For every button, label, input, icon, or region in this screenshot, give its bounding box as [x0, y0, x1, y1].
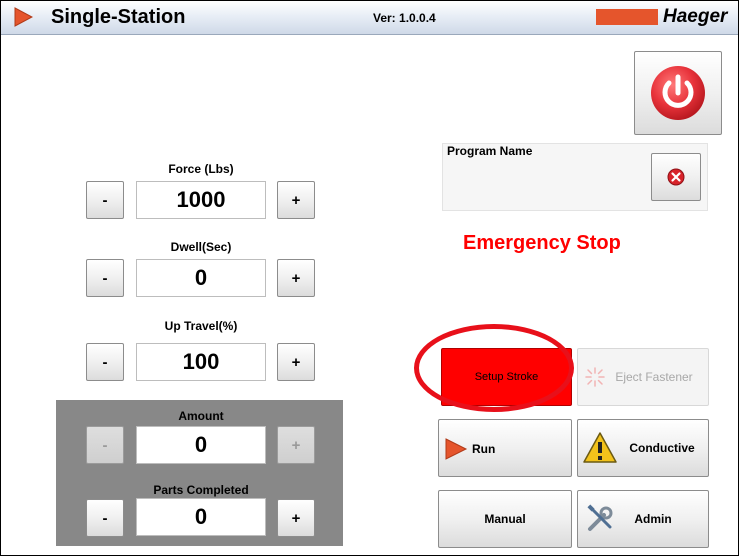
- up-travel-value[interactable]: 100: [136, 343, 266, 381]
- dwell-value[interactable]: 0: [136, 259, 266, 297]
- play-arrow-icon: [14, 7, 33, 27]
- clear-program-button[interactable]: [651, 153, 701, 201]
- power-button[interactable]: [634, 51, 722, 135]
- parts-completed-decrement-button[interactable]: -: [86, 499, 124, 537]
- admin-button[interactable]: Admin: [577, 490, 709, 548]
- run-button[interactable]: Run: [438, 419, 572, 477]
- force-label: Force (Lbs): [168, 162, 234, 176]
- amount-increment-button[interactable]: +: [277, 426, 315, 464]
- highlight-ring: [414, 324, 574, 412]
- conductive-label: Conductive: [629, 441, 695, 455]
- conductive-button[interactable]: Conductive: [577, 419, 709, 477]
- close-circle-icon: [667, 168, 685, 186]
- dwell-decrement-button[interactable]: -: [86, 259, 124, 297]
- parts-completed-label: Parts Completed: [153, 483, 249, 497]
- eject-fastener-button[interactable]: Eject Fastener: [577, 348, 709, 406]
- tools-icon: [587, 504, 613, 531]
- force-increment-button[interactable]: +: [277, 181, 315, 219]
- emergency-stop-status: Emergency Stop: [463, 232, 621, 254]
- spark-icon: [585, 367, 605, 387]
- manual-button[interactable]: Manual: [438, 490, 572, 548]
- amount-decrement-button[interactable]: -: [86, 426, 124, 464]
- force-value[interactable]: 1000: [136, 181, 266, 219]
- run-label: Run: [472, 442, 496, 456]
- app-window: Single-Station Ver: 1.0.0.4 Haeger Force…: [0, 0, 739, 556]
- warning-icon: [583, 432, 617, 463]
- up-travel-label: Up Travel(%): [164, 319, 238, 333]
- version-label: Ver: 1.0.0.4: [373, 11, 436, 25]
- force-decrement-button[interactable]: -: [86, 181, 124, 219]
- up-travel-increment-button[interactable]: +: [277, 343, 315, 381]
- title-bar: Single-Station Ver: 1.0.0.4 Haeger: [1, 1, 738, 35]
- play-arrow-icon: [445, 438, 468, 460]
- eject-fastener-label: Eject Fastener: [615, 370, 693, 384]
- amount-label: Amount: [178, 409, 224, 423]
- up-travel-decrement-button[interactable]: -: [86, 343, 124, 381]
- brand-logo: Haeger: [663, 6, 728, 27]
- app-title: Single-Station: [51, 6, 186, 28]
- dwell-label: Dwell(Sec): [170, 240, 232, 254]
- power-icon: [651, 66, 705, 120]
- dwell-increment-button[interactable]: +: [277, 259, 315, 297]
- admin-label: Admin: [634, 512, 672, 526]
- brand-bar: [596, 9, 658, 25]
- parts-completed-increment-button[interactable]: +: [277, 499, 315, 537]
- parts-completed-value[interactable]: 0: [136, 498, 266, 536]
- program-name-label: Program Name: [447, 144, 533, 158]
- amount-value[interactable]: 0: [136, 426, 266, 464]
